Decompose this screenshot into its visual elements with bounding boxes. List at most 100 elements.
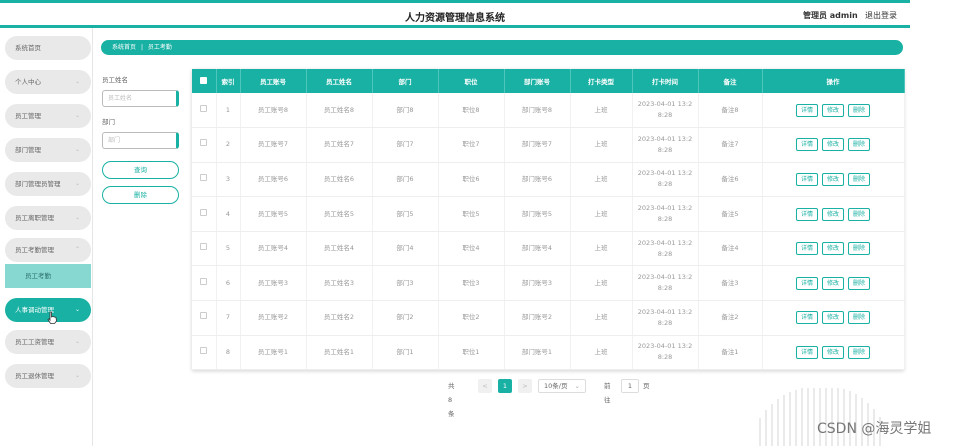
cell-dept-account: 部门账号4	[504, 231, 571, 267]
cell-dept: 部门1	[372, 335, 439, 371]
sidebar-item-dept-admin[interactable]: 部门管理员管理 ⌄	[5, 172, 91, 196]
cell-type: 上班	[570, 231, 633, 267]
edit-button[interactable]: 修改	[821, 311, 844, 325]
sidebar-item-salary[interactable]: 员工工资管理 ⌄	[5, 330, 91, 354]
cell-actions: 详情 修改 删除	[762, 335, 905, 371]
cell-index: 7	[216, 300, 241, 336]
cell-remark: 备注3	[698, 265, 763, 302]
edit-button[interactable]: 修改	[821, 172, 844, 186]
detail-button[interactable]: 详情	[795, 138, 818, 152]
row-checkbox[interactable]	[192, 335, 217, 371]
detail-button[interactable]: 详情	[795, 207, 818, 221]
chevron-down-icon: ⌄	[74, 78, 80, 85]
delete-button[interactable]: 删除	[848, 345, 871, 359]
column-header: 员工账号	[240, 69, 307, 93]
detail-button[interactable]: 详情	[795, 345, 818, 359]
sidebar-item-retirement[interactable]: 员工退休管理 ⌄	[5, 364, 91, 388]
breadcrumb-home[interactable]: 系统首页	[112, 44, 136, 51]
cell-index: 8	[216, 335, 241, 371]
detail-button[interactable]: 详情	[795, 242, 818, 256]
detail-button[interactable]: 详情	[795, 276, 818, 290]
query-button[interactable]: 查询	[102, 161, 179, 179]
edit-button[interactable]: 修改	[821, 138, 844, 152]
row-checkbox[interactable]	[192, 231, 217, 267]
edit-button[interactable]: 修改	[821, 207, 844, 221]
row-checkbox[interactable]	[192, 196, 217, 232]
cell-time: 2023-04-01 13:2 8:28	[632, 162, 699, 198]
sidebar-item-employee[interactable]: 员工管理 ⌄	[5, 104, 91, 128]
cell-time: 2023-04-01 13:2 8:28	[632, 231, 699, 267]
table-row: 8 员工账号1 员工姓名1 部门1 职位1 部门账号1 上班 2023-04-0…	[192, 335, 905, 371]
sidebar-item-department[interactable]: 部门管理 ⌄	[5, 138, 91, 162]
delete-button[interactable]: 删除	[848, 276, 871, 290]
cell-account: 员工账号6	[240, 162, 307, 198]
cell-time: 2023-04-01 13:2 8:28	[632, 335, 699, 371]
cell-account: 员工账号5	[240, 196, 307, 232]
cell-position: 职位8	[438, 93, 505, 129]
cell-index: 2	[216, 127, 241, 163]
employee-name-input[interactable]: 员工姓名	[102, 90, 179, 107]
table-row: 6 员工账号3 员工姓名3 部门3 职位3 部门账号3 上班 2023-04-0…	[192, 265, 905, 302]
department-input[interactable]: 部门	[102, 132, 179, 149]
cell-remark: 备注8	[698, 93, 763, 129]
cell-remark: 备注1	[698, 335, 763, 371]
sidebar-item-personal[interactable]: 个人中心 ⌄	[5, 70, 91, 94]
row-checkbox[interactable]	[192, 265, 217, 302]
cell-dept-account: 部门账号3	[504, 265, 571, 302]
current-page[interactable]: 1	[498, 379, 512, 393]
sidebar-item-label: 员工管理	[15, 112, 41, 120]
hand-cursor-icon	[47, 311, 58, 327]
delete-button[interactable]: 删除	[848, 103, 871, 117]
cell-name: 员工姓名3	[306, 265, 373, 302]
edit-button[interactable]: 修改	[821, 103, 844, 117]
chevron-up-icon: ⌃	[74, 246, 80, 253]
delete-button[interactable]: 删除	[848, 207, 871, 221]
prev-page-button[interactable]: <	[478, 379, 492, 393]
cell-index: 1	[216, 93, 241, 129]
column-header: 索引	[216, 69, 241, 93]
admin-label: 管理员 admin	[803, 11, 858, 20]
chevron-down-icon: ⌄	[74, 306, 80, 313]
cell-account: 员工账号3	[240, 265, 307, 302]
row-checkbox[interactable]	[192, 93, 217, 129]
detail-button[interactable]: 详情	[795, 172, 818, 186]
sidebar-subitem-attendance[interactable]: 员工考勤	[5, 264, 91, 288]
cell-actions: 详情 修改 删除	[762, 162, 905, 198]
sidebar-item-label: 部门管理	[15, 146, 41, 154]
column-header: 打卡时间	[632, 69, 699, 93]
sidebar-item-home[interactable]: 系统首页	[5, 36, 91, 60]
sidebar-item-attendance[interactable]: 员工考勤管理 ⌃	[5, 238, 91, 262]
cell-remark: 备注7	[698, 127, 763, 163]
cell-name: 员工姓名1	[306, 335, 373, 371]
breadcrumb: 系统首页 | 员工考勤	[101, 40, 903, 55]
cell-type: 上班	[570, 300, 633, 336]
cell-dept: 部门5	[372, 196, 439, 232]
row-checkbox[interactable]	[192, 162, 217, 198]
sidebar-item-resignation[interactable]: 员工离职管理 ⌄	[5, 206, 91, 230]
row-checkbox[interactable]	[192, 127, 217, 163]
page-size-select[interactable]: 10条/页 ⌄	[538, 379, 586, 393]
delete-button[interactable]: 删除	[848, 172, 871, 186]
sidebar-item-label: 员工考勤管理	[15, 246, 54, 254]
edit-button[interactable]: 修改	[821, 242, 844, 256]
batch-delete-button[interactable]: 删除	[102, 186, 179, 204]
edit-button[interactable]: 修改	[821, 276, 844, 290]
chevron-down-icon: ⌄	[74, 112, 80, 119]
cell-actions: 详情 修改 删除	[762, 196, 905, 232]
cell-dept: 部门2	[372, 300, 439, 336]
table-row: 7 员工账号2 员工姓名2 部门2 职位2 部门账号2 上班 2023-04-0…	[192, 300, 905, 336]
delete-button[interactable]: 删除	[848, 311, 871, 325]
column-header: 部门账号	[504, 69, 571, 93]
cell-index: 4	[216, 196, 241, 232]
attendance-table: 索引 员工账号 员工姓名 部门 职位 部门账号 打卡类型 打卡时间 备注 操作 …	[192, 69, 905, 371]
goto-page-input[interactable]: 1	[621, 379, 639, 393]
delete-button[interactable]: 删除	[848, 138, 871, 152]
detail-button[interactable]: 详情	[795, 103, 818, 117]
delete-button[interactable]: 删除	[848, 242, 871, 256]
edit-button[interactable]: 修改	[821, 345, 844, 359]
logout-link[interactable]: 退出登录	[865, 10, 897, 21]
select-all-checkbox[interactable]	[192, 69, 217, 93]
detail-button[interactable]: 详情	[795, 311, 818, 325]
row-checkbox[interactable]	[192, 300, 217, 336]
next-page-button[interactable]: >	[518, 379, 532, 393]
